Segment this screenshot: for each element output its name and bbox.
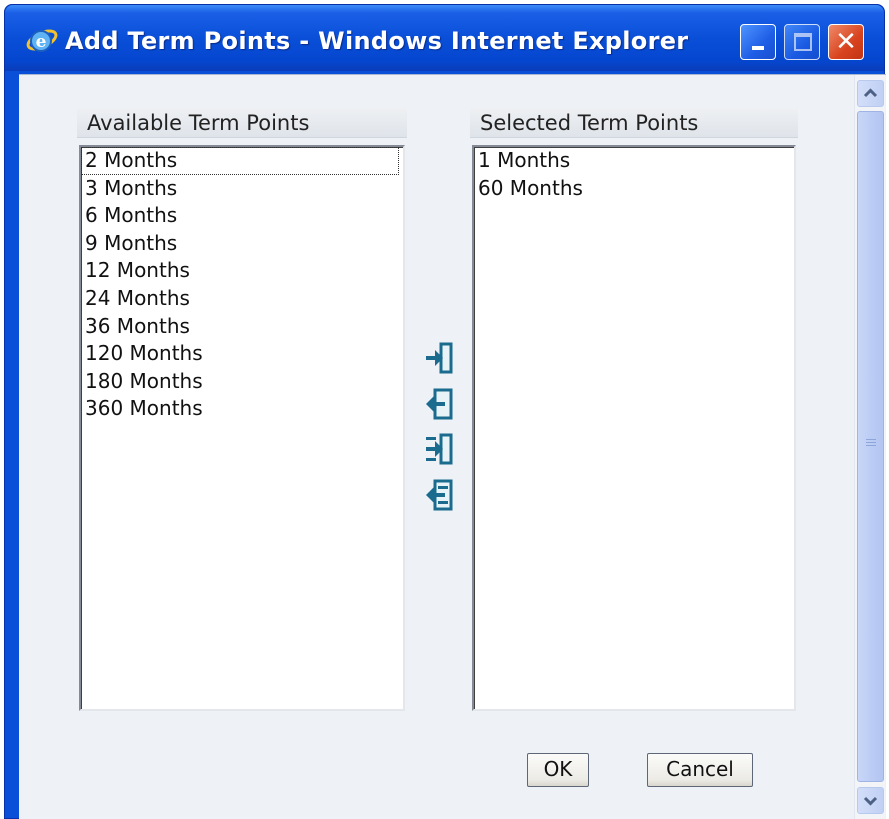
scroll-up-button[interactable]: [857, 80, 884, 107]
svg-text:e: e: [36, 32, 47, 52]
maximize-button[interactable]: [784, 24, 820, 60]
list-item[interactable]: 1 Months: [474, 147, 794, 175]
list-item[interactable]: 2 Months: [81, 147, 399, 175]
list-item[interactable]: 6 Months: [81, 202, 403, 230]
grip-icon: [866, 439, 876, 451]
ie-window: e Add Term Points - Windows Internet Exp…: [4, 4, 886, 819]
list-item[interactable]: 120 Months: [81, 340, 403, 368]
move-all-left-icon[interactable]: [422, 478, 456, 512]
list-item[interactable]: 36 Months: [81, 313, 403, 341]
minimize-button[interactable]: [740, 24, 776, 60]
move-right-icon[interactable]: [422, 341, 456, 375]
window-title: Add Term Points - Windows Internet Explo…: [65, 27, 689, 55]
available-header: Available Term Points: [77, 108, 407, 138]
dialog-content: Available Term Points 2 Months 3 Months 6 …: [19, 74, 886, 819]
list-item[interactable]: 180 Months: [81, 368, 403, 396]
minimize-icon: [752, 46, 764, 50]
move-left-icon[interactable]: [422, 387, 456, 421]
chevron-down-icon: [863, 796, 878, 806]
maximize-icon: [794, 33, 812, 51]
title-bar[interactable]: e Add Term Points - Windows Internet Exp…: [5, 5, 884, 71]
list-item[interactable]: 9 Months: [81, 230, 403, 258]
available-list[interactable]: 2 Months 3 Months 6 Months 9 Months 12 Month…: [79, 145, 405, 711]
list-item[interactable]: 12 Months: [81, 257, 403, 285]
scroll-down-button[interactable]: [857, 787, 884, 814]
selected-list[interactable]: 1 Months 60 Months: [472, 145, 796, 711]
move-all-right-icon[interactable]: [422, 432, 456, 466]
vertical-scrollbar[interactable]: [854, 75, 885, 819]
ok-button[interactable]: OK: [527, 753, 589, 787]
scroll-thumb[interactable]: [857, 111, 884, 782]
cancel-button[interactable]: Cancel: [647, 753, 753, 787]
list-item[interactable]: 360 Months: [81, 395, 403, 423]
selected-header: Selected Term Points: [470, 108, 798, 138]
chevron-up-icon: [863, 88, 878, 98]
internet-explorer-icon: e: [26, 29, 58, 52]
close-button[interactable]: ✕: [828, 24, 864, 60]
list-item[interactable]: 60 Months: [474, 175, 794, 203]
close-icon: ✕: [835, 27, 857, 57]
list-item[interactable]: 24 Months: [81, 285, 403, 313]
list-item[interactable]: 3 Months: [81, 175, 403, 203]
